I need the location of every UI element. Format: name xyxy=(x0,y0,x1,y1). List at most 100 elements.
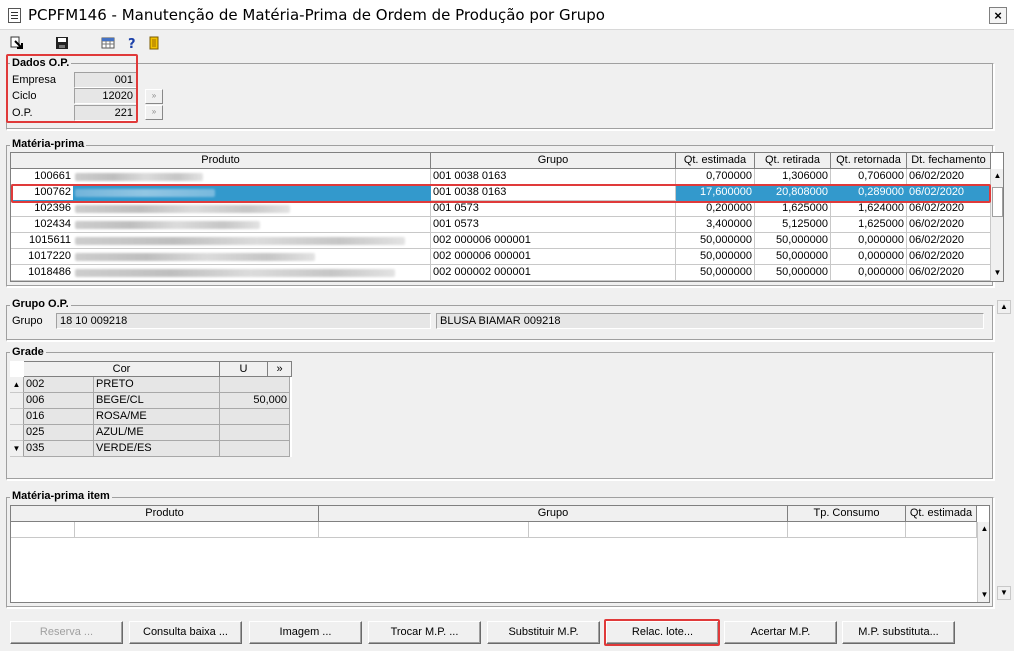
mp-substituta-button[interactable]: M.P. substituta... xyxy=(842,621,955,644)
cor-nome-cell[interactable]: VERDE/ES xyxy=(94,441,220,457)
consulta-baixa-button[interactable]: Consulta baixa ... xyxy=(129,621,242,644)
op-field[interactable]: 221 xyxy=(74,105,137,121)
materia-prima-grid: Produto Grupo Qt. estimada Qt. retirada … xyxy=(10,152,1004,282)
produto-descricao-redacted xyxy=(73,233,431,249)
col-header-produto[interactable]: Produto xyxy=(11,153,431,169)
trocar-mp-button[interactable]: Trocar M.P. ... xyxy=(368,621,481,644)
exit-arrow-icon[interactable] xyxy=(10,36,24,50)
cor-codigo-cell[interactable]: 025 xyxy=(24,425,94,441)
table-row[interactable]: 100661 001 0038 0163 0,700000 1,306000 0… xyxy=(11,169,991,185)
door-exit-icon[interactable] xyxy=(148,36,162,50)
empty-cell[interactable] xyxy=(529,522,788,538)
title-bar: PCPFM146 - Manutenção de Matéria-Prima d… xyxy=(0,0,1014,30)
col-header-qt-estimada[interactable]: Qt. estimada xyxy=(676,153,755,169)
materia-prima-item-scrollbar[interactable]: ▲ ▼ xyxy=(977,522,989,602)
op-label: O.P. xyxy=(12,107,33,119)
cor-nome-cell[interactable]: BEGE/CL xyxy=(94,393,220,409)
reserva-button[interactable]: Reserva ... xyxy=(10,621,123,644)
scroll-down-arrow-icon[interactable]: ▼ xyxy=(991,266,1003,279)
qt-estimada-cell: 0,200000 xyxy=(676,201,755,217)
u-cell[interactable]: 50,000 xyxy=(220,393,290,409)
col-header-grupo[interactable]: Grupo xyxy=(319,506,788,522)
expand-columns-button[interactable]: » xyxy=(268,361,292,377)
qt-retornada-cell: 0,706000 xyxy=(831,169,907,185)
materia-prima-item-title: Matéria-prima item xyxy=(10,490,112,502)
cor-codigo-cell[interactable]: 035 xyxy=(24,441,94,457)
table-row[interactable]: 102434 001 0573 3,400000 5,125000 1,6250… xyxy=(11,217,991,233)
empty-cell[interactable] xyxy=(319,522,529,538)
col-header-qt-retirada[interactable]: Qt. retirada xyxy=(755,153,831,169)
qt-estimada-cell: 50,000000 xyxy=(676,233,755,249)
op-lookup-button[interactable]: » xyxy=(145,105,163,120)
dt-fechamento-cell: 06/02/2020 xyxy=(907,185,991,201)
empty-cell[interactable] xyxy=(75,522,319,538)
page-scroll-down-arrow-icon[interactable]: ▼ xyxy=(997,586,1011,600)
col-header-dt-fechamento[interactable]: Dt. fechamento xyxy=(907,153,991,169)
scroll-up-arrow-icon[interactable]: ▲ xyxy=(978,522,989,535)
table-row[interactable]: 1017220 002 000006 000001 50,000000 50,0… xyxy=(11,249,991,265)
scroll-up-arrow-icon[interactable]: ▲ xyxy=(991,169,1003,182)
cor-codigo-cell[interactable]: 016 xyxy=(24,409,94,425)
scroll-up-arrow-icon[interactable]: ▲ xyxy=(10,377,24,393)
cor-nome-cell[interactable]: ROSA/ME xyxy=(94,409,220,425)
cor-codigo-cell[interactable]: 006 xyxy=(24,393,94,409)
empty-row[interactable] xyxy=(11,522,977,538)
col-header-cor[interactable]: Cor xyxy=(24,361,220,377)
u-cell[interactable] xyxy=(220,425,290,441)
ciclo-field[interactable]: 12020 xyxy=(74,88,137,104)
col-header-qt-retornada[interactable]: Qt. retornada xyxy=(831,153,907,169)
qt-retornada-cell: 0,289000 xyxy=(831,185,907,201)
col-header-grupo[interactable]: Grupo xyxy=(431,153,676,169)
grupo-label: Grupo xyxy=(12,315,43,327)
col-header-qt-estimada[interactable]: Qt. estimada xyxy=(906,506,977,522)
col-header-tp-consumo[interactable]: Tp. Consumo xyxy=(788,506,906,522)
qt-retirada-cell: 50,000000 xyxy=(755,249,831,265)
scroll-down-arrow-icon[interactable]: ▼ xyxy=(978,588,989,601)
empty-cell[interactable] xyxy=(906,522,977,538)
table-row[interactable]: 102396 001 0573 0,200000 1,625000 1,6240… xyxy=(11,201,991,217)
calendar-grid-icon[interactable] xyxy=(101,36,115,50)
ciclo-lookup-button[interactable]: » xyxy=(145,89,163,104)
table-row[interactable]: 1015611 002 000006 000001 50,000000 50,0… xyxy=(11,233,991,249)
materia-prima-scrollbar[interactable]: ▲ ▼ xyxy=(990,169,1003,281)
produto-codigo: 100762 xyxy=(11,185,73,201)
u-cell[interactable] xyxy=(220,409,290,425)
scroll-down-arrow-icon[interactable]: ▼ xyxy=(10,441,24,457)
app-document-icon xyxy=(8,8,21,23)
page-scroll-up-arrow-icon[interactable]: ▲ xyxy=(997,300,1011,314)
table-row[interactable]: 1018486 002 000002 000001 50,000000 50,0… xyxy=(11,265,991,281)
u-cell[interactable] xyxy=(220,441,290,457)
dt-fechamento-cell: 06/02/2020 xyxy=(907,217,991,233)
empresa-field[interactable]: 001 xyxy=(74,72,137,88)
qt-retornada-cell: 1,624000 xyxy=(831,201,907,217)
produto-codigo: 1017220 xyxy=(11,249,73,265)
dt-fechamento-cell: 06/02/2020 xyxy=(907,249,991,265)
scroll-thumb[interactable] xyxy=(992,187,1003,217)
col-header-produto[interactable]: Produto xyxy=(11,506,319,522)
help-icon[interactable]: ? xyxy=(125,36,139,50)
close-button[interactable]: × xyxy=(989,7,1007,24)
grupo-cell: 001 0038 0163 xyxy=(431,185,676,201)
dados-op-title: Dados O.P. xyxy=(10,57,72,69)
acertar-mp-button[interactable]: Acertar M.P. xyxy=(724,621,837,644)
grade-title: Grade xyxy=(10,346,46,358)
substituir-mp-button[interactable]: Substituir M.P. xyxy=(487,621,600,644)
grupo-descricao-field[interactable]: BLUSA BIAMAR 009218 xyxy=(436,313,984,329)
grupo-field[interactable]: 18 10 009218 xyxy=(56,313,431,329)
empty-cell[interactable] xyxy=(11,522,75,538)
save-icon[interactable] xyxy=(55,36,69,50)
grupo-cell: 002 000006 000001 xyxy=(431,233,676,249)
col-header-u[interactable]: U xyxy=(220,361,268,377)
cor-nome-cell[interactable]: AZUL/ME xyxy=(94,425,220,441)
u-cell[interactable] xyxy=(220,377,290,393)
table-row-selected[interactable]: 100762 001 0038 0163 17,600000 20,808000… xyxy=(11,185,991,201)
produto-codigo: 102434 xyxy=(11,217,73,233)
relac-lote-button[interactable]: Relac. lote... xyxy=(606,621,719,644)
cor-nome-cell[interactable]: PRETO xyxy=(94,377,220,393)
cor-codigo-cell[interactable]: 002 xyxy=(24,377,94,393)
row-indicator xyxy=(10,425,24,441)
produto-descricao-redacted xyxy=(73,217,431,233)
imagem-button[interactable]: Imagem ... xyxy=(249,621,362,644)
empty-cell[interactable] xyxy=(788,522,906,538)
qt-retornada-cell: 0,000000 xyxy=(831,233,907,249)
